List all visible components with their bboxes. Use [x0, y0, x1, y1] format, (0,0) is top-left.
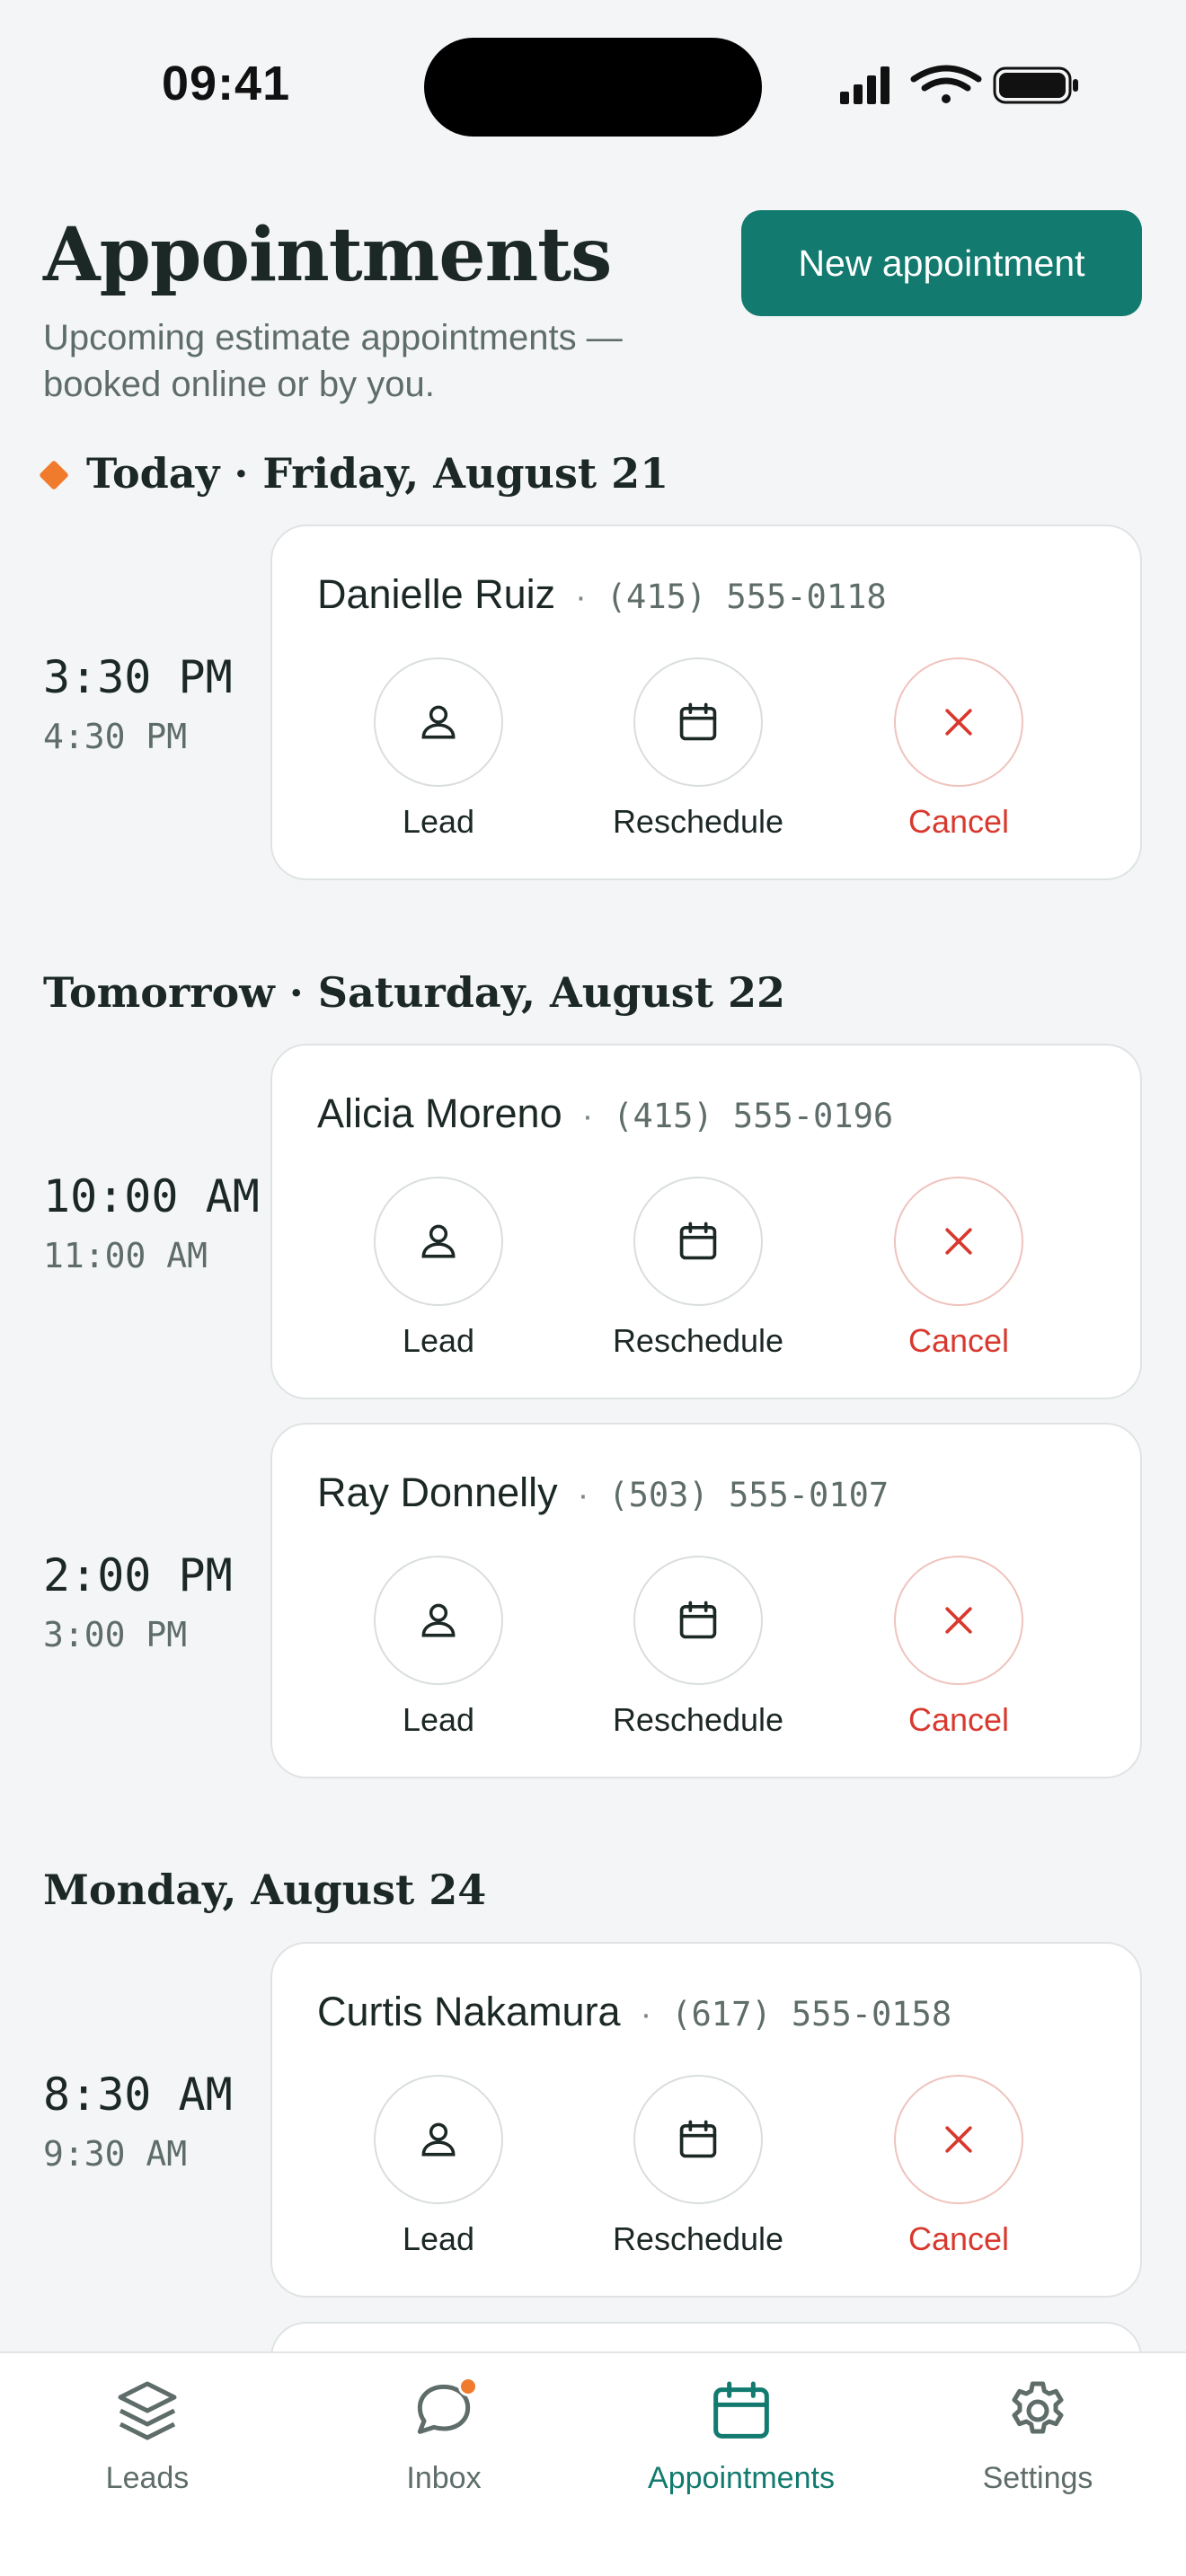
- today-indicator-icon: [39, 460, 69, 490]
- signal-icon: [840, 66, 890, 104]
- lead-circle[interactable]: [374, 1556, 503, 1685]
- person-icon: [421, 2122, 456, 2157]
- separator-dot: ·: [575, 578, 587, 616]
- appointment-end-time: 3:00 PM: [43, 1615, 188, 1654]
- reschedule-circle[interactable]: [633, 1556, 763, 1685]
- lead-circle[interactable]: [374, 2075, 503, 2204]
- tab-leads[interactable]: Leads: [13, 2375, 282, 2496]
- page-title: Appointments: [43, 212, 612, 298]
- cancel-circle[interactable]: [894, 2075, 1023, 2204]
- tab-label: Leads: [105, 2461, 190, 2495]
- calendar-icon: [679, 1601, 717, 1639]
- client-phone[interactable]: (617) 555-0158: [671, 1995, 951, 2033]
- separator-dot: ·: [577, 1477, 589, 1514]
- cancel-label: Cancel: [907, 2220, 1010, 2257]
- appointment-end-time: 9:30 AM: [43, 2134, 188, 2174]
- separator-dot: ·: [640, 1996, 652, 2033]
- calendar-icon: [679, 1222, 717, 1260]
- gear-icon: [1012, 2381, 1064, 2434]
- day-heading-monday: Monday, August 24: [43, 1866, 487, 1914]
- tab-label: Appointments: [648, 2461, 835, 2495]
- person-icon: [421, 705, 456, 739]
- calendar-icon: [679, 2120, 717, 2158]
- lead-label: Lead: [402, 2220, 475, 2257]
- appointment-card: Curtis Nakamura · (617) 555-0158 Lead Re…: [270, 1942, 1142, 2298]
- cancel-circle[interactable]: [894, 657, 1023, 787]
- separator-dot: ·: [581, 1098, 594, 1135]
- client-name: Ray Donnelly: [317, 1469, 558, 1515]
- appointment-end-time: 11:00 AM: [43, 1236, 208, 1275]
- tab-label: Inbox: [406, 2461, 482, 2495]
- cancel-label: Cancel: [907, 1322, 1010, 1359]
- lead-button[interactable]: Lead: [340, 657, 537, 841]
- client-phone[interactable]: (415) 555-0196: [613, 1097, 893, 1135]
- appointment-start-time: 10:00 AM: [43, 1170, 260, 1222]
- close-icon: [945, 1607, 972, 1634]
- reschedule-label: Reschedule: [612, 1322, 784, 1359]
- status-time: 09:41: [162, 57, 291, 110]
- client-phone[interactable]: (415) 555-0118: [606, 578, 887, 616]
- lead-button[interactable]: Lead: [340, 1177, 537, 1360]
- cancel-button[interactable]: Cancel: [860, 2075, 1058, 2258]
- new-appointment-button[interactable]: New appointment: [741, 210, 1142, 316]
- page-subtitle: Upcoming estimate appointments — booked …: [43, 318, 623, 404]
- appointment-start-time: 2:00 PM: [43, 1549, 233, 1601]
- appointment-end-time: 4:30 PM: [43, 717, 188, 756]
- cancel-label: Cancel: [907, 803, 1010, 840]
- tab-appointments[interactable]: Appointments: [606, 2375, 876, 2496]
- day-heading-tomorrow: Tomorrow · Saturday, August 22: [43, 968, 785, 1017]
- lead-circle[interactable]: [374, 1177, 503, 1306]
- cancel-label: Cancel: [907, 1701, 1010, 1738]
- wifi-icon: [910, 65, 982, 103]
- lead-label: Lead: [402, 803, 475, 840]
- reschedule-label: Reschedule: [612, 2220, 784, 2257]
- reschedule-circle[interactable]: [633, 657, 763, 787]
- client-name: Curtis Nakamura: [317, 1989, 621, 2034]
- lead-label: Lead: [402, 1701, 475, 1738]
- appointment-card: Ray Donnelly · (503) 555-0107 Lead Resch…: [270, 1423, 1142, 1778]
- layers-icon: [118, 2381, 177, 2440]
- lead-button[interactable]: Lead: [340, 2075, 537, 2258]
- person-icon: [421, 1224, 456, 1258]
- client-name: Alicia Moreno: [317, 1090, 562, 1136]
- reschedule-button[interactable]: Reschedule: [599, 1177, 797, 1360]
- appointment-card: Alicia Moreno · (415) 555-0196 Lead Resc…: [270, 1044, 1142, 1399]
- status-bar: 09:41: [0, 0, 1186, 171]
- dynamic-island: [424, 38, 762, 137]
- day-heading-today: Today · Friday, August 21: [86, 449, 669, 498]
- appointment-card: Danielle Ruiz · (415) 555-0118 Lead Resc…: [270, 525, 1142, 880]
- close-icon: [945, 709, 972, 736]
- status-icons: [840, 65, 1078, 104]
- lead-label: Lead: [402, 1322, 475, 1359]
- calendar-icon: [679, 702, 717, 741]
- reschedule-button[interactable]: Reschedule: [599, 657, 797, 841]
- cancel-circle[interactable]: [894, 1556, 1023, 1685]
- reschedule-label: Reschedule: [612, 803, 784, 840]
- appointment-start-time: 8:30 AM: [43, 2069, 233, 2121]
- reschedule-label: Reschedule: [612, 1701, 784, 1738]
- appointment-start-time: 3:30 PM: [43, 651, 233, 703]
- reschedule-circle[interactable]: [633, 2075, 763, 2204]
- cancel-button[interactable]: Cancel: [860, 1556, 1058, 1739]
- cancel-circle[interactable]: [894, 1177, 1023, 1306]
- reschedule-button[interactable]: Reschedule: [599, 2075, 797, 2258]
- tab-inbox[interactable]: Inbox: [309, 2375, 579, 2496]
- person-icon: [421, 1603, 456, 1637]
- close-icon: [945, 2126, 972, 2153]
- calendar-icon: [713, 2381, 769, 2439]
- tab-label: Settings: [982, 2461, 1093, 2495]
- reschedule-button[interactable]: Reschedule: [599, 1556, 797, 1739]
- tab-settings[interactable]: Settings: [903, 2375, 1173, 2496]
- client-name: Danielle Ruiz: [317, 571, 556, 617]
- close-icon: [945, 1228, 972, 1255]
- lead-button[interactable]: Lead: [340, 1556, 537, 1739]
- battery-icon: [993, 66, 1078, 104]
- cancel-button[interactable]: Cancel: [860, 657, 1058, 841]
- lead-circle[interactable]: [374, 657, 503, 787]
- tab-bar: Leads Inbox Appointments Settings: [0, 2351, 1186, 2576]
- reschedule-circle[interactable]: [633, 1177, 763, 1306]
- client-phone[interactable]: (503) 555-0107: [608, 1476, 889, 1514]
- unread-badge: [458, 2377, 478, 2396]
- cancel-button[interactable]: Cancel: [860, 1177, 1058, 1360]
